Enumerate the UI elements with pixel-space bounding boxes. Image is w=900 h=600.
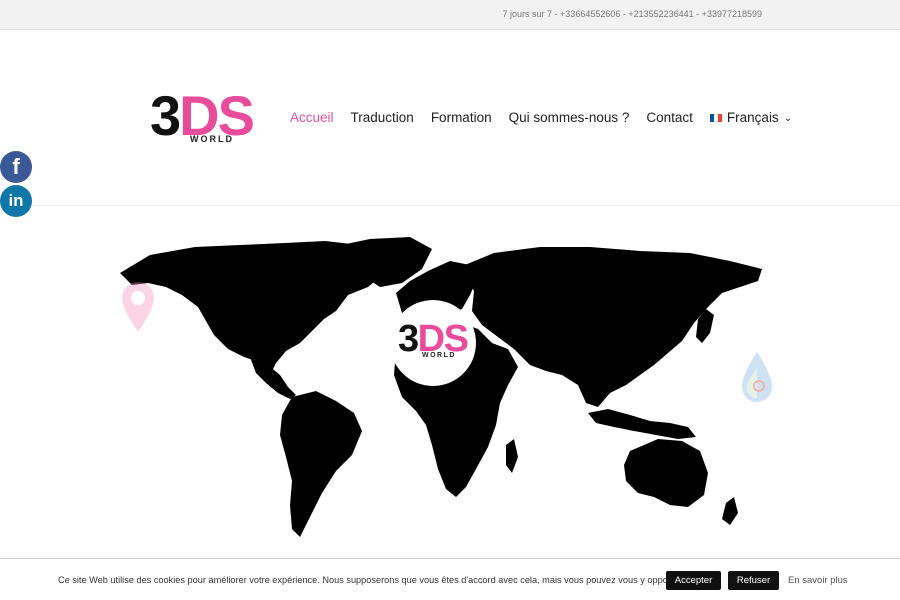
world-map-continents [120,237,762,537]
linkedin-icon[interactable]: in [0,185,32,217]
nav-item-qui-sommes-nous[interactable]: Qui sommes-nous ? [509,110,630,125]
site-logo[interactable]: 3DS WORLD [150,88,255,148]
cookie-message: Ce site Web utilise des cookies pour amé… [58,575,685,585]
map-pin-icon [122,282,154,332]
refuse-cookies-button[interactable]: Refuser [728,571,779,590]
facebook-icon[interactable]: f [0,151,32,183]
center-logo-subtitle: WORLD [422,352,456,359]
facebook-glyph: f [12,154,20,179]
france-flag-icon [709,113,722,122]
center-logo-number: 3 [398,318,419,360]
algeria-flag-drop-icon [742,352,772,402]
logo-subtitle: WORLD [190,134,234,144]
nav-item-traduction[interactable]: Traduction [351,110,414,125]
linkedin-glyph: in [8,191,24,210]
site-header: 3DS WORLD Accueil Traduction Formation Q… [0,30,900,206]
top-info-bar: 7 jours sur 7 - +33664552606 - +21355223… [0,0,900,30]
language-selector[interactable]: Français ⌄ [709,110,793,125]
cookie-banner: Ce site Web utilise des cookies pour amé… [0,558,900,600]
nav-item-accueil[interactable]: Accueil [290,110,334,125]
map-center-logo: 3DS WORLD [390,300,476,386]
logo-number: 3 [150,84,181,147]
accept-cookies-button[interactable]: Accepter [666,571,721,590]
language-label: Français [726,110,779,125]
nav-item-formation[interactable]: Formation [431,110,492,125]
nav-item-contact[interactable]: Contact [646,110,693,125]
main-nav: Accueil Traduction Formation Qui sommes-… [290,110,792,125]
contact-phones: 7 jours sur 7 - +33664552606 - +21355223… [502,9,762,19]
world-map [120,237,762,537]
learn-more-link[interactable]: En savoir plus [788,575,848,586]
chevron-down-icon: ⌄ [783,113,793,124]
